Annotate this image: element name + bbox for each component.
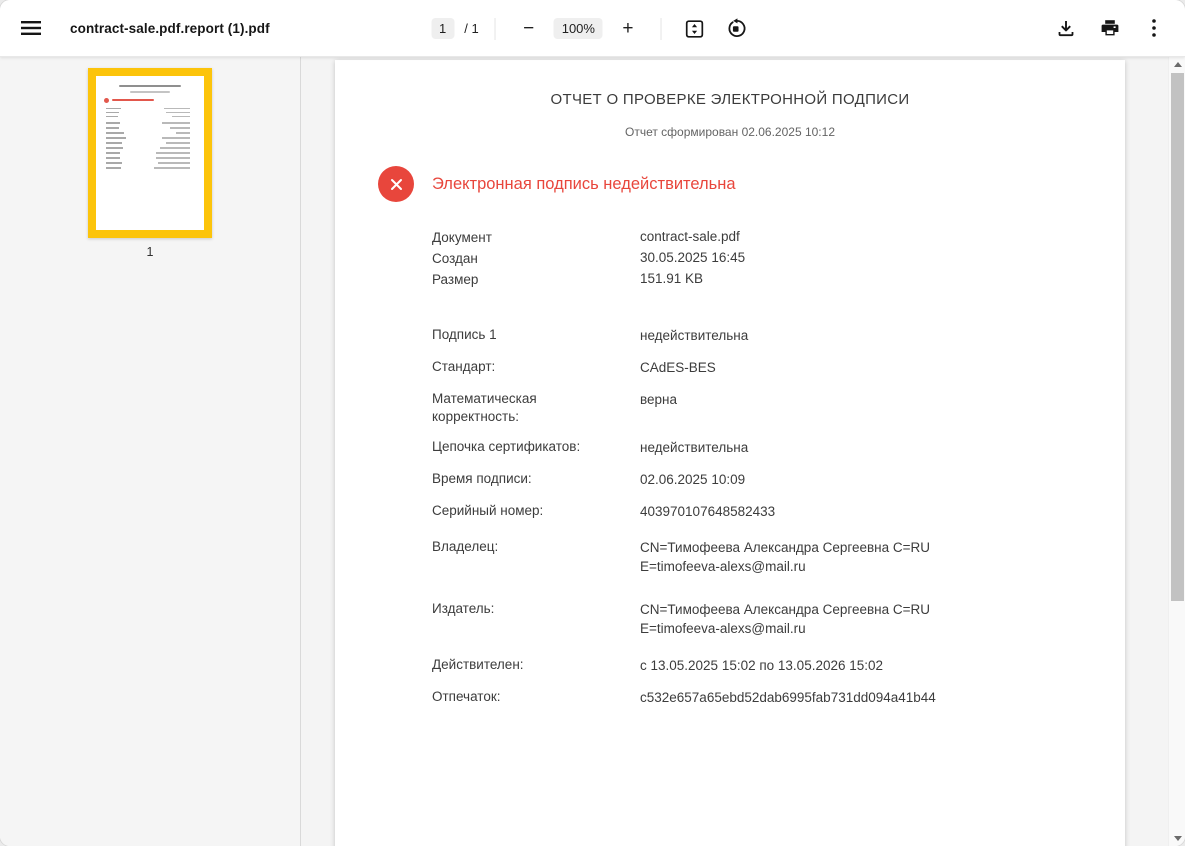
kv-label: Цепочка сертификатов: bbox=[432, 438, 580, 456]
kv-label: Владелец: bbox=[432, 538, 498, 556]
toolbar-separator bbox=[495, 18, 496, 40]
kv-row: Владелец: CN=Тимофеева Александра Сергее… bbox=[432, 538, 1125, 576]
kv-value: 403970107648582433 bbox=[640, 502, 775, 521]
kv-value: CN=Тимофеева Александра Сергеевна C=RU E… bbox=[640, 538, 930, 576]
kv-label: Создан bbox=[432, 250, 478, 268]
file-info-block: Документ contract-sale.pdf Создан 30.05.… bbox=[432, 227, 1125, 290]
invalid-cross-icon bbox=[378, 166, 414, 202]
kv-label: Серийный номер: bbox=[432, 502, 543, 520]
kv-label: Время подписи: bbox=[432, 470, 532, 488]
kv-row: Подпись 1 недействительна bbox=[432, 326, 1125, 345]
kv-row: Документ contract-sale.pdf bbox=[432, 227, 1125, 248]
kv-value: 151.91 KB bbox=[640, 269, 703, 290]
print-button[interactable] bbox=[1093, 11, 1127, 45]
thumbnail-page-number: 1 bbox=[147, 245, 154, 259]
menu-icon[interactable] bbox=[14, 11, 48, 45]
toolbar-center-controls: 1 / 1 − 100% + bbox=[431, 0, 754, 57]
kv-row: Математическая корректность: верна bbox=[432, 390, 1125, 426]
kv-row: Серийный номер: 403970107648582433 bbox=[432, 502, 1125, 521]
kv-label: Документ bbox=[432, 229, 492, 247]
toolbar-separator bbox=[661, 18, 662, 40]
page-viewer: ОТЧЕТ О ПРОВЕРКЕ ЭЛЕКТРОННОЙ ПОДПИСИ Отч… bbox=[301, 57, 1185, 846]
scroll-up-arrow[interactable] bbox=[1169, 57, 1185, 72]
toolbar: contract-sale.pdf.report (1).pdf 1 / 1 −… bbox=[0, 0, 1185, 57]
download-icon bbox=[1056, 18, 1076, 38]
kv-value: CAdES-BES bbox=[640, 358, 716, 377]
thumbnail-preview bbox=[102, 85, 198, 169]
kv-value: недействительна bbox=[640, 438, 748, 457]
kv-label: Математическая корректность: bbox=[432, 390, 602, 426]
pdf-page: ОТЧЕТ О ПРОВЕРКЕ ЭЛЕКТРОННОЙ ПОДПИСИ Отч… bbox=[335, 60, 1125, 846]
viewer-body: 1 ОТЧЕТ О ПРОВЕРКЕ ЭЛЕКТРОННОЙ ПОДПИСИ О… bbox=[0, 57, 1185, 846]
scroll-down-arrow[interactable] bbox=[1169, 831, 1185, 846]
vertical-scrollbar bbox=[1168, 57, 1185, 846]
rotate-icon bbox=[726, 18, 747, 39]
kv-row: Действителен: с 13.05.2025 15:02 по 13.0… bbox=[432, 656, 1125, 675]
kv-label: Подпись 1 bbox=[432, 326, 497, 344]
kv-value: contract-sale.pdf bbox=[640, 227, 740, 248]
signature-status-text: Электронная подпись недействительна bbox=[432, 175, 736, 194]
kv-row: Создан 30.05.2025 16:45 bbox=[432, 248, 1125, 269]
toolbar-right-controls bbox=[1049, 11, 1171, 45]
kv-value: недействительна bbox=[640, 326, 748, 345]
fit-to-page-button[interactable] bbox=[678, 12, 712, 46]
kv-value: верна bbox=[640, 390, 677, 426]
kv-row: Время подписи: 02.06.2025 10:09 bbox=[432, 470, 1125, 489]
report-title: ОТЧЕТ О ПРОВЕРКЕ ЭЛЕКТРОННОЙ ПОДПИСИ bbox=[335, 91, 1125, 108]
kv-label: Издатель: bbox=[432, 600, 494, 618]
kv-label: Размер bbox=[432, 271, 478, 289]
kv-row: Цепочка сертификатов: недействительна bbox=[432, 438, 1125, 457]
zoom-in-button[interactable]: + bbox=[611, 12, 645, 46]
kv-row: Отпечаток: c532e657a65ebd52dab6995fab731… bbox=[432, 688, 1125, 707]
hamburger-icon bbox=[21, 20, 41, 36]
kv-value: c532e657a65ebd52dab6995fab731dd094a41b44 bbox=[640, 688, 936, 707]
thumbnail-sidebar: 1 bbox=[0, 57, 301, 846]
rotate-button[interactable] bbox=[720, 12, 754, 46]
kv-label: Отпечаток: bbox=[432, 688, 501, 706]
kv-value: с 13.05.2025 15:02 по 13.05.2026 15:02 bbox=[640, 656, 883, 675]
print-icon bbox=[1100, 18, 1120, 38]
scrollbar-thumb[interactable] bbox=[1171, 73, 1184, 601]
page-total-label: / 1 bbox=[464, 21, 478, 36]
signature-status: Электронная подпись недействительна bbox=[378, 166, 1125, 202]
kv-row: Стандарт: CAdES-BES bbox=[432, 358, 1125, 377]
page-thumbnail[interactable] bbox=[88, 68, 212, 238]
kv-label: Стандарт: bbox=[432, 358, 495, 376]
kv-row: Издатель: CN=Тимофеева Александра Сергее… bbox=[432, 600, 1125, 638]
download-button[interactable] bbox=[1049, 11, 1083, 45]
pdf-viewer-window: contract-sale.pdf.report (1).pdf 1 / 1 −… bbox=[0, 0, 1185, 846]
page-number-input[interactable]: 1 bbox=[431, 18, 454, 39]
kv-value: 02.06.2025 10:09 bbox=[640, 470, 745, 489]
kv-value: 30.05.2025 16:45 bbox=[640, 248, 745, 269]
fit-to-page-icon bbox=[685, 19, 705, 39]
more-options-button[interactable] bbox=[1137, 11, 1171, 45]
report-subtitle: Отчет сформирован 02.06.2025 10:12 bbox=[335, 125, 1125, 139]
zoom-out-button[interactable]: − bbox=[512, 12, 546, 46]
kebab-menu-icon bbox=[1151, 18, 1157, 38]
kv-row: Размер 151.91 KB bbox=[432, 269, 1125, 290]
zoom-level-input[interactable]: 100% bbox=[554, 18, 603, 39]
document-title: contract-sale.pdf.report (1).pdf bbox=[70, 21, 270, 36]
signature-info-block: Подпись 1 недействительна Стандарт: CAdE… bbox=[432, 326, 1125, 707]
kv-label: Действителен: bbox=[432, 656, 524, 674]
kv-value: CN=Тимофеева Александра Сергеевна C=RU E… bbox=[640, 600, 930, 638]
